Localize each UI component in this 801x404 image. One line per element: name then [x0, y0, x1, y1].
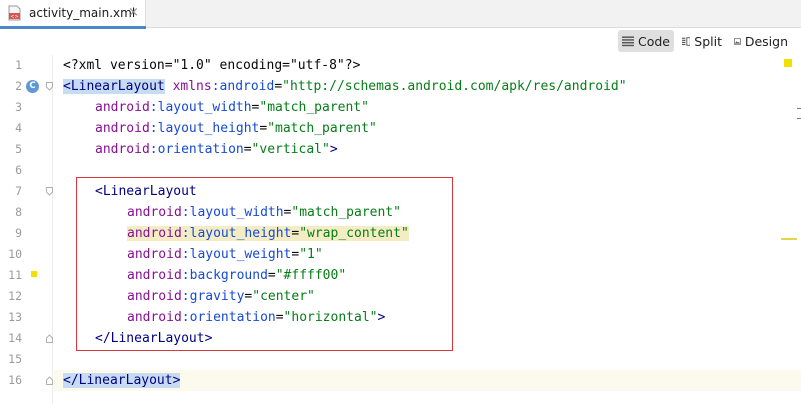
split-view-icon [682, 36, 691, 46]
xml-file-icon: <> [8, 5, 21, 21]
code-line-4[interactable]: android:layout_height="match_parent" [95, 118, 377, 139]
code-line-5[interactable]: android:orientation="vertical"> [95, 139, 338, 160]
equals-sign: = [274, 79, 283, 94]
line-number: 9 [15, 226, 22, 240]
line-number: 7 [15, 184, 22, 198]
scroll-marker [797, 108, 801, 109]
xml-declaration: <?xml version="1.0" encoding="utf-8"?> [63, 58, 361, 73]
line-number: 15 [8, 352, 22, 366]
xml-attribute: :layout_width [149, 100, 252, 115]
line-number: 1 [15, 58, 22, 72]
equals-sign: = [243, 142, 252, 157]
xml-namespace: android [95, 100, 150, 115]
line-number: 3 [15, 100, 22, 114]
design-view-label: Design [744, 33, 788, 49]
xml-value: "match_parent" [259, 100, 369, 115]
scroll-marker [797, 118, 801, 119]
line-number: 2 [15, 79, 22, 93]
image-icon [734, 37, 741, 45]
line-number: 4 [15, 121, 22, 135]
code-view-button[interactable]: Code [618, 30, 674, 52]
xml-namespace-keyword: xmlns [172, 79, 212, 94]
line-number: 8 [15, 205, 22, 219]
fold-open-icon[interactable] [46, 187, 53, 196]
xml-namespace: android [95, 142, 150, 157]
xml-value: "vertical" [251, 142, 330, 157]
xml-namespace: android [95, 121, 150, 136]
code-line-16[interactable]: </LinearLayout> [63, 370, 181, 391]
line-number: 11 [8, 268, 22, 282]
svg-text:<>: <> [10, 14, 18, 20]
line-number: 5 [15, 142, 22, 156]
code-line-1[interactable]: <?xml version="1.0" encoding="utf-8"?> [63, 55, 360, 76]
code-line-2[interactable]: <LinearLayout xmlns:android="http://sche… [63, 76, 627, 97]
inspection-status-icon[interactable] [784, 59, 792, 67]
warning-stripe-marker[interactable] [781, 238, 797, 240]
xml-tag-close: </LinearLayout> [63, 373, 181, 388]
fold-open-icon[interactable] [46, 82, 53, 91]
fold-close-icon[interactable] [46, 376, 53, 385]
code-line-3[interactable]: android:layout_width="match_parent" [95, 97, 369, 118]
xml-attribute: :layout_height [149, 121, 260, 136]
fold-close-icon[interactable] [46, 334, 53, 343]
line-number: 6 [15, 163, 22, 177]
split-view-button[interactable]: Split [678, 30, 726, 52]
line-number: 13 [8, 310, 22, 324]
code-view-label: Code [637, 33, 670, 49]
gutter-separator [52, 55, 53, 404]
editor-view-toolbar: Code Split Design [0, 29, 801, 55]
xml-value: "match_parent" [267, 121, 377, 136]
xml-tag-open: <LinearLayout [63, 79, 165, 94]
xml-attribute: :android [211, 79, 275, 94]
line-number: 14 [8, 331, 22, 345]
design-view-button[interactable]: Design [730, 30, 792, 52]
color-swatch-icon[interactable] [31, 271, 37, 277]
xml-value: "http://schemas.android.com/apk/res/andr… [282, 79, 627, 94]
code-lines-icon [622, 35, 634, 46]
tab-activity-main[interactable]: <> activity_main.xml × [0, 0, 146, 29]
editor-tab-bar: <> activity_main.xml × [0, 0, 801, 29]
tag-end: > [329, 142, 338, 157]
line-number: 10 [8, 247, 22, 261]
line-number: 12 [8, 289, 22, 303]
tab-label: activity_main.xml [29, 6, 136, 20]
close-icon[interactable]: × [128, 5, 139, 21]
split-view-label: Split [694, 33, 722, 49]
line-number: 16 [8, 373, 22, 387]
class-reference-icon[interactable]: C [26, 80, 39, 93]
selection-annotation-box [76, 177, 453, 351]
xml-attribute: :orientation [149, 142, 244, 157]
